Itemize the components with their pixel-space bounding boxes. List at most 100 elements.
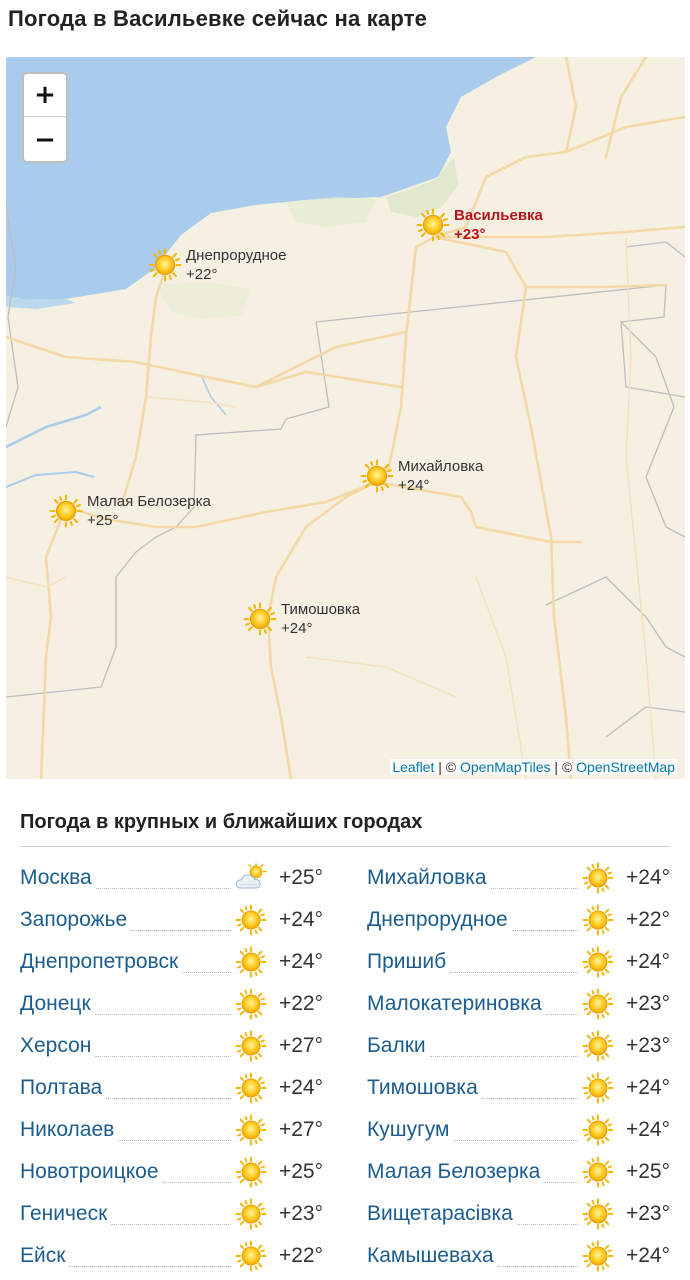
city-row[interactable]: Балки +23° bbox=[367, 1025, 670, 1067]
dot-leader bbox=[511, 930, 578, 931]
city-row[interactable]: Новотроицкое +25° bbox=[20, 1151, 323, 1193]
city-link[interactable]: Москва bbox=[20, 866, 92, 890]
openstreetmap-link[interactable]: OpenStreetMap bbox=[576, 759, 675, 775]
weather-map[interactable]: + − Васильевка +23° Днепрорудное +22° Ми… bbox=[6, 57, 685, 779]
city-row[interactable]: Михайловка +24° bbox=[367, 857, 670, 899]
sun-icon bbox=[243, 602, 277, 636]
nearby-cities-right-column: Михайловка +24° Днепрорудное +22° Пришиб +24°… bbox=[367, 857, 670, 1277]
city-temperature: +22° bbox=[625, 908, 670, 931]
sun-icon bbox=[416, 208, 450, 242]
city-temperature: +23° bbox=[278, 1202, 323, 1225]
city-link[interactable]: Тимошовка bbox=[367, 1076, 478, 1100]
city-row[interactable]: Полтава +24° bbox=[20, 1067, 323, 1109]
city-link[interactable]: Новотроицкое bbox=[20, 1160, 159, 1184]
city-link[interactable]: Вищетарасівка bbox=[367, 1202, 513, 1226]
city-row[interactable]: Днепропетровск +24° bbox=[20, 941, 323, 983]
sun-icon bbox=[582, 904, 614, 936]
sun-icon bbox=[235, 1030, 267, 1062]
sun-icon bbox=[235, 988, 267, 1020]
attribution-separator: | © bbox=[434, 759, 460, 775]
city-row[interactable]: Кушугум +24° bbox=[367, 1109, 670, 1151]
zoom-out-button[interactable]: − bbox=[24, 118, 66, 161]
sun-icon bbox=[235, 1240, 267, 1272]
city-row[interactable]: Тимошовка +24° bbox=[367, 1067, 670, 1109]
city-row[interactable]: Малая Белозерка +25° bbox=[367, 1151, 670, 1193]
city-link[interactable]: Кушугум bbox=[367, 1118, 449, 1142]
city-link[interactable]: Днепропетровск bbox=[20, 950, 178, 974]
city-row[interactable]: Запорожье +24° bbox=[20, 899, 323, 941]
sun-icon bbox=[582, 862, 614, 894]
city-temperature: +24° bbox=[625, 1244, 670, 1267]
dot-leader bbox=[162, 1182, 231, 1183]
city-link[interactable]: Ейск bbox=[20, 1244, 65, 1268]
dot-leader bbox=[450, 972, 578, 973]
map-marker-timoshovka[interactable]: Тимошовка +24° bbox=[243, 600, 360, 638]
city-row[interactable]: Камышеваха +24° bbox=[367, 1235, 670, 1277]
map-marker-malaya-belozerka[interactable]: Малая Белозерка +25° bbox=[49, 492, 211, 530]
marker-temp: +25° bbox=[87, 512, 119, 529]
city-row[interactable]: Пришиб +24° bbox=[367, 941, 670, 983]
sun-icon bbox=[235, 1072, 267, 1104]
openmaptiles-link[interactable]: OpenMapTiles bbox=[460, 759, 551, 775]
dot-leader bbox=[106, 1098, 231, 1099]
city-link[interactable]: Донецк bbox=[20, 992, 91, 1016]
city-temperature: +23° bbox=[625, 1034, 670, 1057]
marker-city: Михайловка bbox=[398, 458, 484, 475]
city-link[interactable]: Геническ bbox=[20, 1202, 107, 1226]
dot-leader bbox=[95, 1056, 231, 1057]
sun-icon bbox=[49, 494, 83, 528]
sun-icon bbox=[582, 1198, 614, 1230]
city-temperature: +22° bbox=[278, 1244, 323, 1267]
marker-city: Днепрорудное bbox=[186, 247, 287, 264]
dot-leader bbox=[429, 1056, 578, 1057]
city-row[interactable]: Николаев +27° bbox=[20, 1109, 323, 1151]
partly-cloudy-icon bbox=[235, 862, 267, 894]
city-link[interactable]: Малокатериновка bbox=[367, 992, 542, 1016]
city-row[interactable]: Малокатериновка +23° bbox=[367, 983, 670, 1025]
city-row[interactable]: Донецк +22° bbox=[20, 983, 323, 1025]
marker-temp: +24° bbox=[281, 620, 313, 637]
city-row[interactable]: Вищетарасівка +23° bbox=[367, 1193, 670, 1235]
city-link[interactable]: Балки bbox=[367, 1034, 426, 1058]
city-link[interactable]: Херсон bbox=[20, 1034, 91, 1058]
city-link[interactable]: Днепрорудное bbox=[367, 908, 508, 932]
map-marker-dneprorudnoe[interactable]: Днепрорудное +22° bbox=[148, 246, 287, 284]
map-marker-mikhaylovka[interactable]: Михайловка +24° bbox=[360, 457, 483, 495]
dot-leader bbox=[497, 1266, 578, 1267]
zoom-in-button[interactable]: + bbox=[24, 74, 66, 117]
sun-icon bbox=[582, 1072, 614, 1104]
city-link[interactable]: Малая Белозерка bbox=[367, 1160, 540, 1184]
dot-leader bbox=[453, 1140, 578, 1141]
dot-leader bbox=[69, 1266, 231, 1267]
attribution-separator: | © bbox=[550, 759, 577, 775]
city-link[interactable]: Пришиб bbox=[367, 950, 446, 974]
sun-icon bbox=[582, 1240, 614, 1272]
city-link[interactable]: Николаев bbox=[20, 1118, 114, 1142]
sun-icon bbox=[235, 946, 267, 978]
city-temperature: +24° bbox=[278, 1076, 323, 1099]
map-attribution: Leaflet | © OpenMapTiles | © OpenStreetM… bbox=[390, 759, 677, 775]
page-title: Погода в Васильевке сейчас на карте bbox=[8, 6, 428, 31]
marker-city: Тимошовка bbox=[281, 601, 361, 618]
city-link[interactable]: Михайловка bbox=[367, 866, 487, 890]
city-link[interactable]: Камышеваха bbox=[367, 1244, 494, 1268]
zoom-control: + − bbox=[22, 72, 68, 163]
sun-icon bbox=[235, 1198, 267, 1230]
sun-icon bbox=[235, 1114, 267, 1146]
city-link[interactable]: Полтава bbox=[20, 1076, 102, 1100]
marker-temp: +23° bbox=[454, 226, 486, 243]
map-marker-vasilievka[interactable]: Васильевка +23° bbox=[416, 206, 543, 244]
dot-leader bbox=[490, 888, 578, 889]
city-link[interactable]: Запорожье bbox=[20, 908, 127, 932]
leaflet-link[interactable]: Leaflet bbox=[392, 759, 434, 775]
city-temperature: +23° bbox=[625, 1202, 670, 1225]
city-row[interactable]: Москва +25° bbox=[20, 857, 323, 899]
map-tiles[interactable] bbox=[6, 57, 685, 779]
city-temperature: +24° bbox=[625, 866, 670, 889]
city-row[interactable]: Ейск +22° bbox=[20, 1235, 323, 1277]
divider bbox=[20, 846, 670, 847]
city-row[interactable]: Херсон +27° bbox=[20, 1025, 323, 1067]
marker-temp: +24° bbox=[398, 477, 430, 494]
city-row[interactable]: Днепрорудное +22° bbox=[367, 899, 670, 941]
city-row[interactable]: Геническ +23° bbox=[20, 1193, 323, 1235]
